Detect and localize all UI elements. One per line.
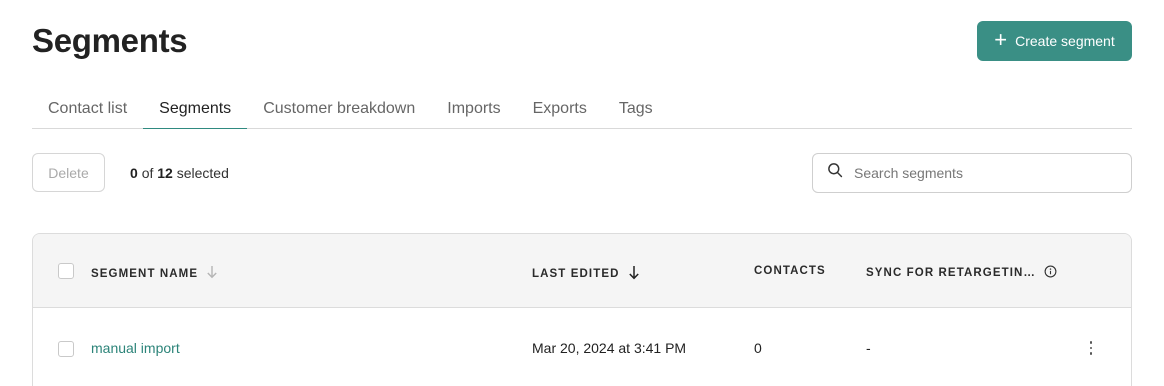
selection-count: 0 of 12 selected [130, 165, 229, 181]
plus-icon: + [994, 27, 1008, 52]
select-all-checkbox[interactable] [58, 263, 74, 279]
search-icon [827, 162, 844, 184]
contacts-value: 0 [754, 340, 762, 356]
sort-down-icon[interactable] [628, 265, 640, 283]
tab-tags[interactable]: Tags [603, 92, 669, 129]
selected-suffix: selected [176, 165, 229, 181]
tab-exports[interactable]: Exports [517, 92, 603, 129]
tab-segments[interactable]: Segments [143, 92, 248, 129]
tab-contact-list[interactable]: Contact list [32, 92, 143, 129]
column-sync-label: SYNC FOR RETARGETIN… [866, 267, 1037, 279]
last-edited-value: Mar 20, 2024 at 3:41 PM [532, 340, 687, 356]
page-title: Segments [32, 22, 188, 59]
delete-button[interactable]: Delete [32, 153, 105, 192]
create-segment-label: Create segment [1015, 33, 1115, 49]
segment-name-link[interactable]: manual import [91, 340, 180, 356]
selected-of: of [141, 165, 154, 181]
create-segment-button[interactable]: + Create segment [977, 21, 1132, 61]
search-input[interactable] [854, 165, 1114, 181]
column-segment-name[interactable]: SEGMENT NAME [91, 265, 218, 282]
selected-count: 0 [130, 165, 138, 181]
info-icon[interactable] [1044, 265, 1057, 281]
column-segment-name-label: SEGMENT NAME [91, 267, 199, 280]
column-last-edited[interactable]: LAST EDITED [532, 265, 640, 283]
table-header: SEGMENT NAME LAST EDITED CONTACTS SYNC F… [33, 234, 1131, 308]
column-last-edited-label: LAST EDITED [532, 268, 620, 280]
table-row: manual import Mar 20, 2024 at 3:41 PM 0 … [33, 308, 1131, 386]
search-box[interactable] [812, 153, 1132, 193]
column-contacts: CONTACTS [754, 265, 826, 277]
total-count: 12 [157, 165, 173, 181]
segments-table: SEGMENT NAME LAST EDITED CONTACTS SYNC F… [32, 233, 1132, 386]
tab-customer-breakdown[interactable]: Customer breakdown [247, 92, 431, 129]
tab-bar: Contact list Segments Customer breakdown… [32, 92, 1132, 129]
sort-down-icon[interactable] [206, 265, 218, 282]
more-vertical-icon[interactable] [1085, 336, 1097, 360]
column-sync: SYNC FOR RETARGETIN… [866, 265, 1057, 281]
tab-imports[interactable]: Imports [431, 92, 516, 129]
row-checkbox[interactable] [58, 341, 74, 357]
sync-value: - [866, 340, 871, 356]
